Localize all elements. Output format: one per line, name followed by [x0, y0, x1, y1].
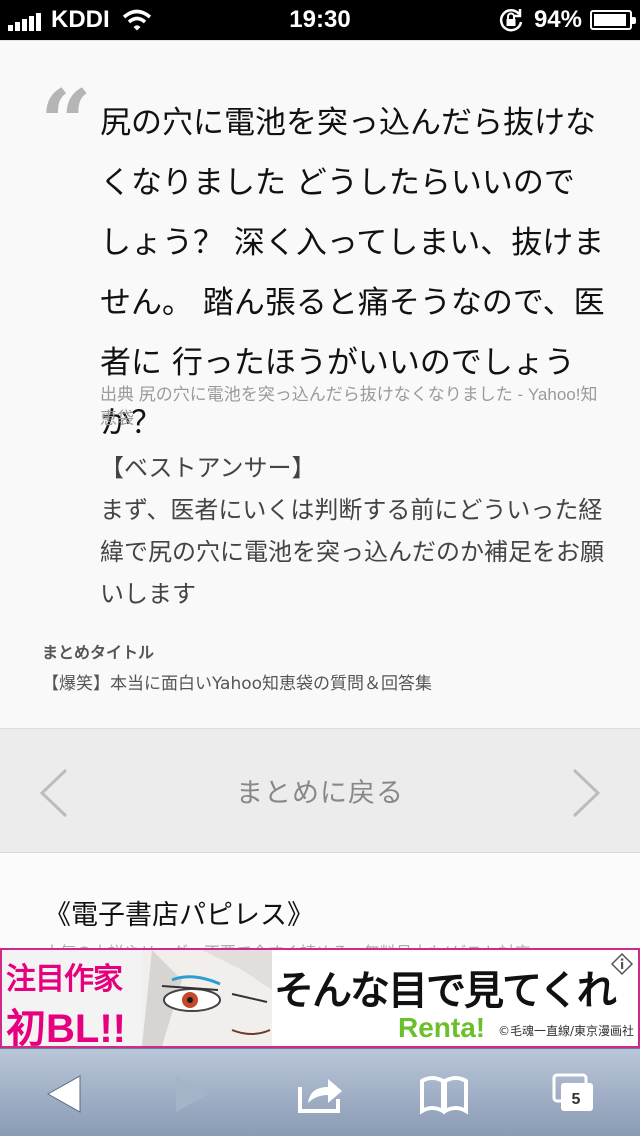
quote-mark-icon: “ — [40, 70, 92, 176]
battery-icon — [590, 10, 636, 30]
rotation-lock-icon — [499, 9, 523, 32]
store-section[interactable]: 《電子書店パピレス》 人気の小説やリーダー不要で今すぐ読める、無料見本も(ゲスト… — [0, 853, 640, 948]
page-content: “ 尻の穴に電池を突っ込んだら抜けなくなりました どうしたらいいのでしょう？ 深… — [0, 40, 640, 948]
quote-card: “ 尻の穴に電池を突っ込んだら抜けなくなりました どうしたらいいのでしょう？ 深… — [0, 40, 640, 728]
ad-tag-line1: 注目作家 — [6, 963, 123, 996]
ad-credit: ©毛魂一直線/東京漫画社 — [498, 1024, 635, 1038]
status-bar: KDDI 19:30 94% — [0, 0, 640, 40]
quote-source-link[interactable]: 出典 尻の穴に電池を突っ込んだら抜けなくなりました - Yahoo!知恵袋 — [100, 383, 600, 431]
ad-info-icon[interactable] — [610, 952, 634, 976]
tab-count-badge: 5 — [571, 1091, 581, 1108]
ad-illustration — [142, 950, 272, 1046]
store-title[interactable]: 《電子書店パピレス》 — [44, 893, 314, 932]
ad-brand-logo: Renta! — [398, 1012, 486, 1043]
share-button[interactable] — [292, 1071, 348, 1117]
best-answer: 【ベストアンサー】 まず、医者にいくは判断する前にどういった経緯で尻の穴に電池を… — [100, 447, 610, 615]
store-description: 人気の小説やリーダー不要で今すぐ読める、無料見本も(ゲスト対応 — [44, 940, 604, 948]
back-button[interactable] — [36, 1071, 92, 1117]
ad-tag: 注目作家 初BL!! — [2, 950, 142, 1046]
chevron-right-icon[interactable] — [568, 767, 604, 819]
bookmarks-button[interactable] — [416, 1071, 472, 1117]
best-answer-heading: 【ベストアンサー】 — [100, 454, 316, 482]
forward-button[interactable] — [164, 1071, 220, 1117]
battery-percentage: 94% — [533, 6, 582, 33]
ad-tag-line2: 初BL!! — [6, 1007, 126, 1048]
ad-banner[interactable]: 注目作家 初BL!! そんな目で見てくれ Renta! ©毛魂一直線/東京漫画社 — [0, 948, 640, 1048]
ad-headline: そんな目で見てくれ — [274, 967, 617, 1014]
summary-title-link[interactable]: 【爆笑】本当に面白いYahoo知恵袋の質問＆回答集 — [42, 669, 612, 694]
summary-title-label: まとめタイトル — [42, 643, 155, 662]
back-to-summary-bar[interactable]: まとめに戻る — [0, 728, 640, 853]
back-to-summary-button[interactable]: まとめに戻る — [0, 771, 640, 810]
best-answer-body: まず、医者にいくは判断する前にどういった経緯で尻の穴に電池を突っ込んだのか補足を… — [100, 496, 604, 608]
browser-toolbar — [0, 1048, 640, 1136]
